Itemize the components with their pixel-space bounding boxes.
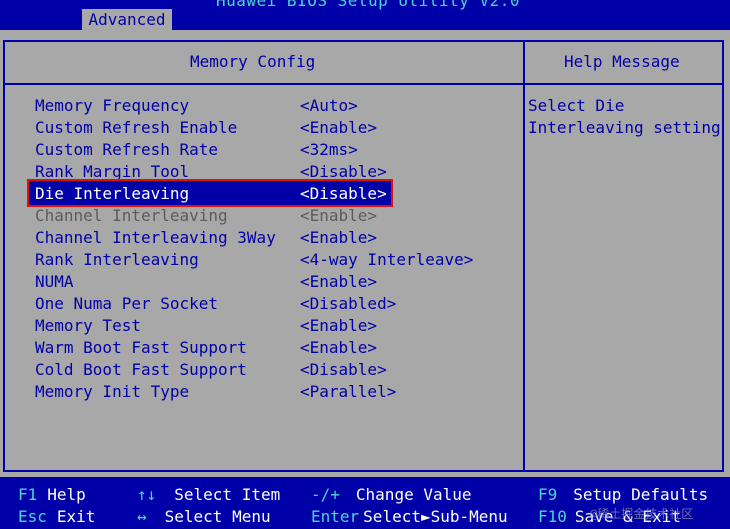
setting-label: Channel Interleaving [35,206,228,225]
setting-label: NUMA [35,272,74,291]
key-help-esc: Esc Exit [18,507,95,526]
setting-label: Memory Init Type [35,382,190,401]
setting-label: Rank Interleaving [35,250,199,269]
top-bar: Huawei BIOS Setup Utility V2.0 Advanced [0,0,730,30]
left-right-arrow-icon: ↔ [137,507,147,526]
key-help-change: -/+ Change Value [311,485,472,504]
key-desc: Help [47,485,86,504]
setting-value[interactable]: <32ms> [300,140,358,159]
help-line: Interleaving setting [528,118,721,137]
help-divider [523,40,525,472]
setting-label: Custom Refresh Enable [35,118,238,137]
key-desc: Change Value [355,485,472,504]
setting-value[interactable]: <Auto> [300,96,358,115]
setting-value[interactable]: <Enable> [300,316,377,335]
setting-label: Memory Test [35,316,141,335]
key-label: F9 [538,485,558,504]
setting-value[interactable]: <Disabled> [300,294,396,313]
setting-label: Channel Interleaving 3Way [35,228,276,247]
key-label: F10 [538,507,567,526]
key-desc: Select►Sub-Menu [363,507,508,526]
selection-annotation-box [27,179,393,207]
key-desc: Select Item [174,485,281,504]
setting-label: Memory Frequency [35,96,190,115]
help-message: Select Die Interleaving setting [528,96,721,140]
setting-value[interactable]: <Enable> [300,338,377,357]
setting-label: Warm Boot Fast Support [35,338,247,357]
setting-label: Cold Boot Fast Support [35,360,247,379]
bios-title: Huawei BIOS Setup Utility V2.0 [216,0,520,10]
key-label: Enter [311,507,360,526]
tab-advanced[interactable]: Advanced [82,9,172,30]
setting-value[interactable]: <Enable> [300,228,377,247]
key-help-f1: F1 Help [18,485,86,504]
setting-value[interactable]: <Enable> [300,272,377,291]
key-desc: Setup Defaults [573,485,709,504]
watermark: @稀土掘金技术社区 [590,507,694,521]
up-down-arrows-icon: ↑↓ [137,485,157,504]
key-help-f9: F9 Setup Defaults [538,485,708,504]
key-label: F1 [18,485,38,504]
key-help-leftright: ↔ Select Menu [137,507,271,526]
key-desc: Select Menu [164,507,271,526]
menu-title: Memory Config [190,52,316,71]
setting-value[interactable]: <Enable> [300,118,377,137]
key-desc: Exit [56,507,96,526]
setting-value[interactable]: <Disable> [300,360,387,379]
setting-label: Custom Refresh Rate [35,140,219,159]
key-label: -/+ [311,485,340,504]
setting-value: <Enable> [300,206,378,225]
setting-value[interactable]: <4-way Interleave> [300,250,473,269]
key-label: Esc [18,507,47,526]
key-help-updown: ↑↓ Select Item [137,485,280,504]
help-line: Select Die [528,96,625,115]
setting-value[interactable]: <Parallel> [300,382,396,401]
title-divider [5,83,724,85]
setting-label: One Numa Per Socket [35,294,219,313]
key-help-enter: Enter Select►Sub-Menu [311,507,508,526]
help-title: Help Message [564,52,680,71]
